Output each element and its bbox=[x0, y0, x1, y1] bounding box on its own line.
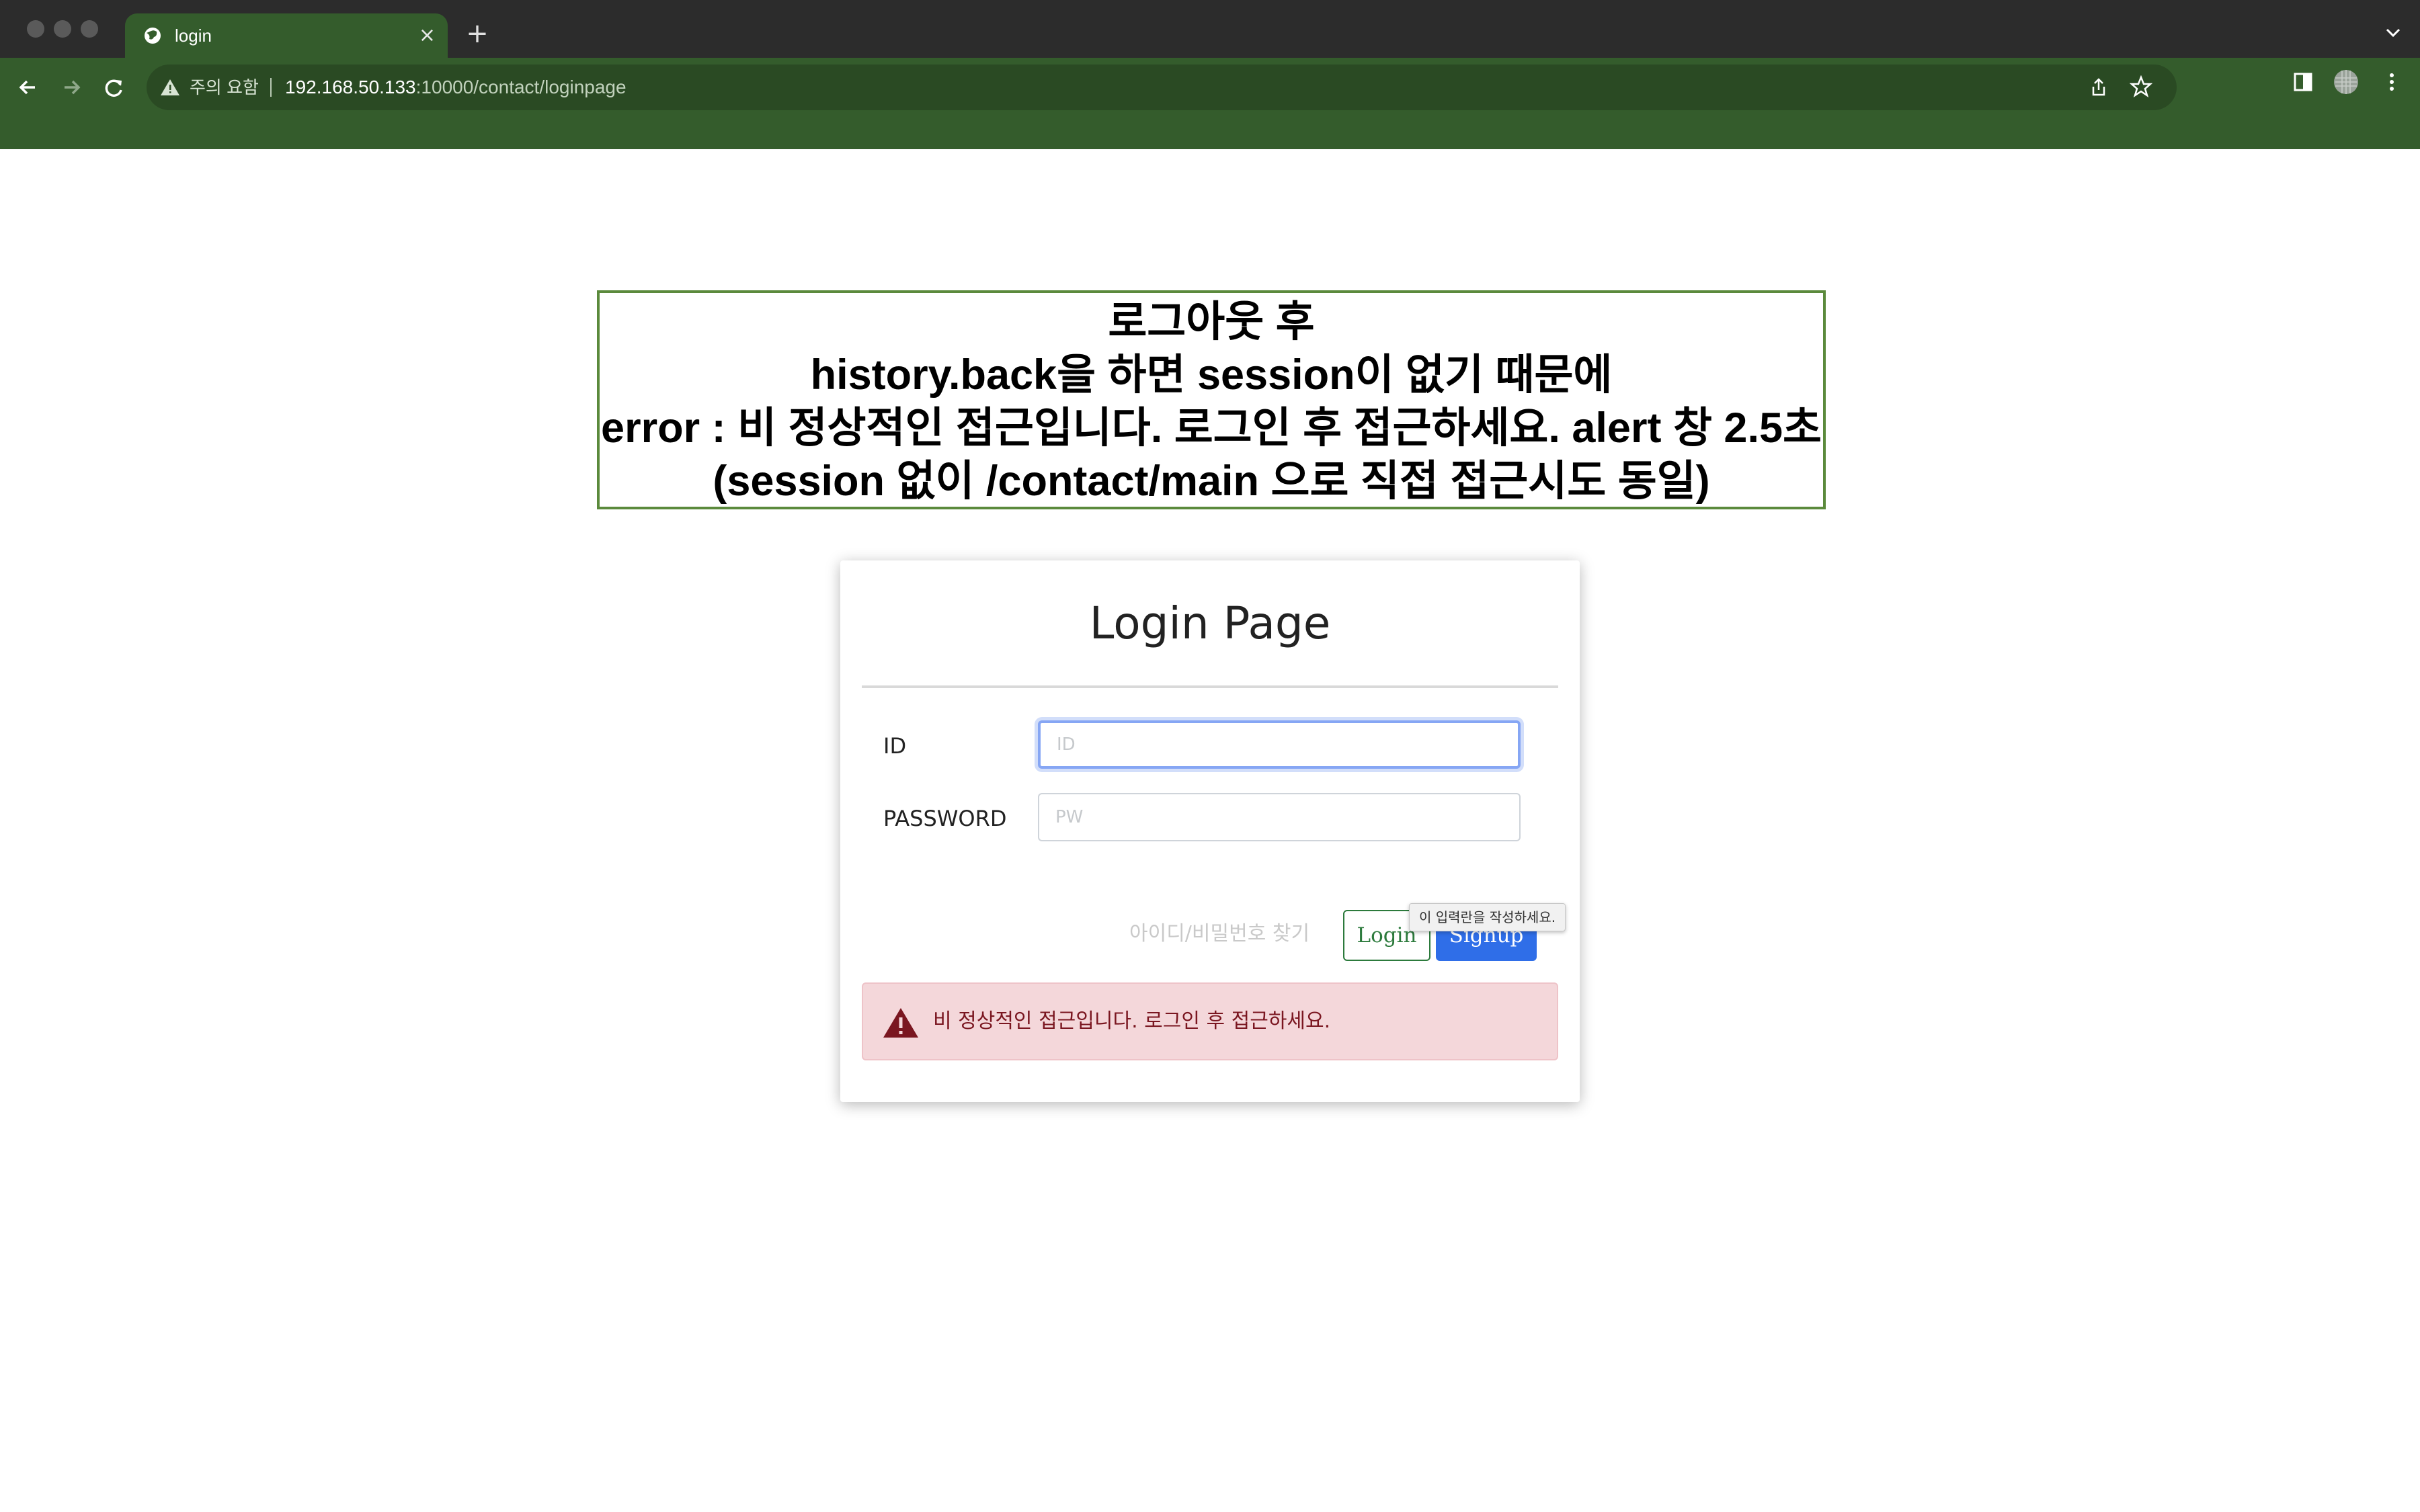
annotation-note-box: 로그아웃 후 history.back을 하면 session이 없기 때문에 … bbox=[597, 290, 1826, 509]
window-minimize-dot[interactable] bbox=[54, 20, 71, 38]
note-line-2: history.back을 하면 session이 없기 때문에 bbox=[810, 351, 1613, 398]
back-arrow-icon[interactable] bbox=[11, 70, 46, 105]
address-divider bbox=[270, 78, 272, 97]
note-line-3: error : 비 정상적인 접근입니다. 로그인 후 접근하세요. alert… bbox=[601, 405, 1822, 452]
note-line-1: 로그아웃 후 bbox=[1108, 298, 1315, 345]
id-label: ID bbox=[883, 733, 907, 759]
new-tab-icon[interactable]: + bbox=[462, 19, 492, 48]
password-input[interactable] bbox=[1038, 793, 1521, 841]
error-alert: 비 정상적인 접근입니다. 로그인 후 접근하세요. bbox=[862, 982, 1558, 1060]
bookmark-star-icon[interactable] bbox=[2130, 75, 2152, 98]
page-title: Login Page bbox=[1089, 597, 1331, 649]
login-card: Login Page ID PASSWORD 아이디/비밀번호 찾기 Login… bbox=[840, 560, 1580, 1102]
tab-title: login bbox=[175, 26, 212, 46]
share-icon[interactable] bbox=[2088, 77, 2109, 98]
globe-icon bbox=[145, 28, 161, 44]
browser-tab-bar: login × + bbox=[0, 0, 2420, 58]
browser-tab-login[interactable]: login × bbox=[125, 13, 448, 58]
url-path: :10000/contact/loginpage bbox=[415, 77, 627, 97]
title-divider bbox=[862, 685, 1558, 688]
id-input[interactable] bbox=[1038, 720, 1521, 769]
alert-message: 비 정상적인 접근입니다. 로그인 후 접근하세요. bbox=[933, 1009, 1331, 1033]
password-label: PASSWORD bbox=[883, 806, 1007, 831]
side-panel-icon[interactable] bbox=[2290, 69, 2316, 95]
validation-tooltip: 이 입력란을 작성하세요. bbox=[1409, 903, 1566, 931]
url-text[interactable]: 192.168.50.133:10000/contact/loginpage bbox=[285, 74, 627, 101]
tab-close-icon[interactable]: × bbox=[419, 23, 436, 48]
window-close-dot[interactable] bbox=[27, 20, 44, 38]
security-warning-label[interactable]: 주의 요함 bbox=[190, 74, 259, 101]
warning-triangle-icon bbox=[883, 1008, 918, 1038]
find-account-link[interactable]: 아이디/비밀번호 찾기 bbox=[1129, 919, 1309, 949]
window-zoom-dot[interactable] bbox=[81, 20, 98, 38]
note-line-4: (session 없이 /contact/main 으로 직접 접근시도 동일) bbox=[713, 458, 1710, 505]
forward-arrow-icon[interactable] bbox=[54, 70, 89, 105]
tab-search-chevron-icon[interactable] bbox=[2380, 19, 2407, 46]
profile-avatar-icon[interactable] bbox=[2333, 69, 2360, 95]
url-host: 192.168.50.133 bbox=[285, 77, 416, 97]
reload-icon[interactable] bbox=[97, 70, 132, 105]
more-menu-icon[interactable] bbox=[2378, 69, 2405, 95]
browser-toolbar: 주의 요함 192.168.50.133:10000/contact/login… bbox=[0, 58, 2420, 149]
address-bar[interactable]: 주의 요함 192.168.50.133:10000/contact/login… bbox=[147, 65, 2177, 110]
warning-triangle-icon bbox=[161, 79, 179, 95]
